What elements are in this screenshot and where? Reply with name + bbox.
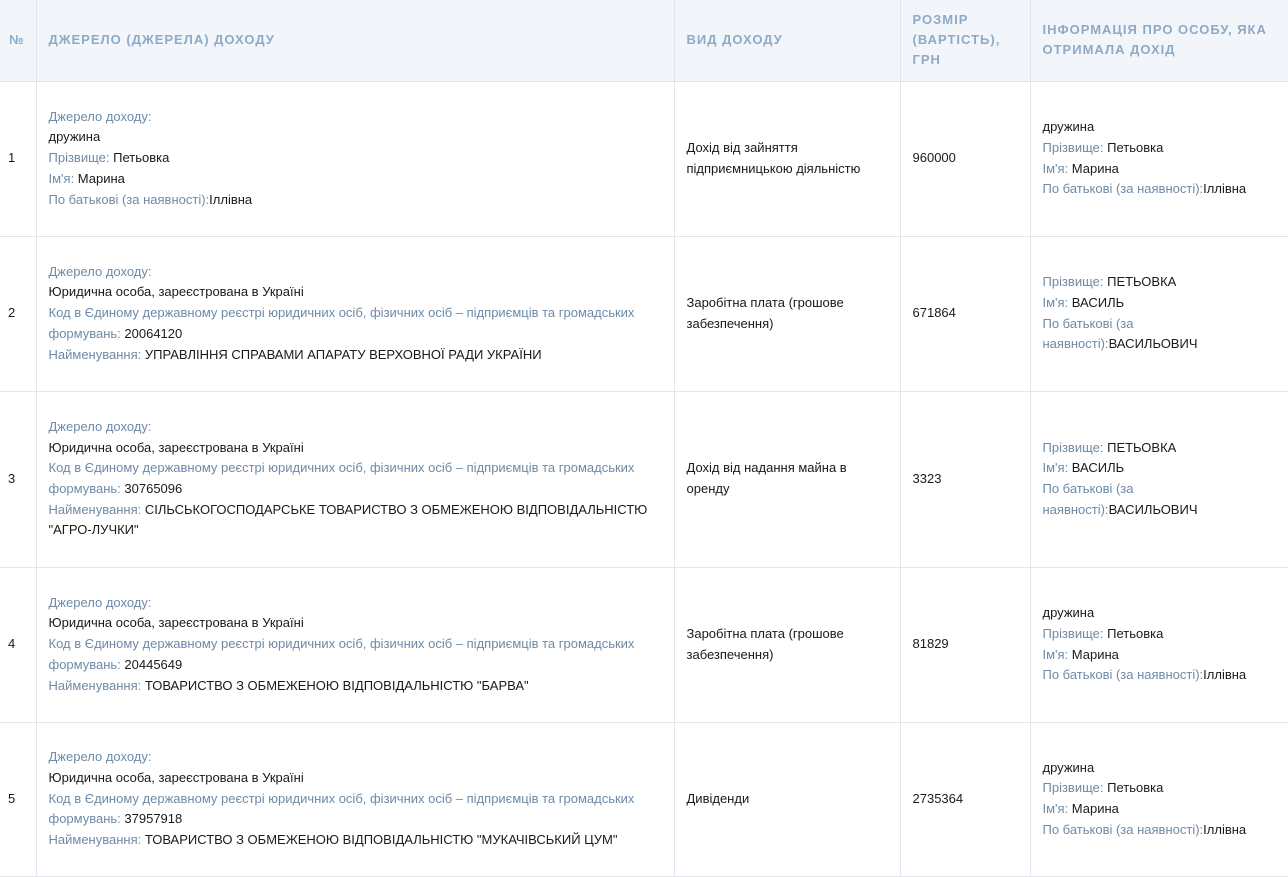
- surname-label: Прізвище:: [1042, 780, 1108, 796]
- source-kind: дружина: [48, 129, 101, 145]
- recipient-info: дружина Прізвище: Петьовка Ім'я: Марина …: [1029, 722, 1288, 877]
- header-source: ДЖЕРЕЛО (ДЖЕРЕЛА) ДОХОДУ: [35, 0, 674, 82]
- name-label: Ім'я:: [1042, 460, 1072, 476]
- income-source: Джерело доходу: Юридична особа, зареєстр…: [35, 722, 674, 877]
- name-label: Ім'я:: [1042, 801, 1072, 816]
- recipient-surname: Петьовка: [1107, 780, 1164, 796]
- title-label: Найменування:: [48, 677, 145, 693]
- recipient-relation: дружина: [1042, 119, 1095, 135]
- source-kind: Юридична особа, зареєстрована в Україні: [48, 615, 304, 631]
- title-label: Найменування:: [48, 832, 145, 848]
- recipient-info: Прізвище: ПЕТЬОВКА Ім'я: ВАСИЛЬ По батьк…: [1029, 236, 1288, 392]
- name-label: Ім'я:: [1042, 160, 1072, 176]
- recipient-patronymic: ВАСИЛЬОВИЧ: [1108, 336, 1198, 352]
- recipient-surname: Петьовка: [1107, 625, 1164, 641]
- recipient-patronymic: ВАСИЛЬОВИЧ: [1108, 501, 1198, 517]
- row-number: 1: [0, 81, 36, 237]
- income-source: Джерело доходу: Юридична особа, зареєстр…: [35, 567, 674, 723]
- table-row: 3 Джерело доходу: Юридична особа, зареєс…: [0, 391, 1288, 568]
- header-num: №: [0, 0, 36, 82]
- recipient-info: Прізвище: ПЕТЬОВКА Ім'я: ВАСИЛЬ По батьк…: [1029, 391, 1288, 568]
- recipient-surname: ПЕТЬОВКА: [1107, 274, 1177, 290]
- name-label: Ім'я:: [48, 170, 78, 186]
- surname-label: Прізвище:: [1042, 274, 1108, 290]
- table-row: 1 Джерело доходу: дружина Прізвище: Петь…: [0, 81, 1288, 237]
- patronymic-label: По батькові (за наявності):: [48, 191, 210, 207]
- surname-label: Прізвище:: [1042, 625, 1108, 641]
- source-kind: Юридична особа, зареєстрована в Україні: [48, 769, 304, 785]
- income-amount: 671864: [899, 236, 1030, 392]
- surname-label: Прізвище:: [1042, 439, 1108, 455]
- table-header: № ДЖЕРЕЛО (ДЖЕРЕЛА) ДОХОДУ ВИД ДОХОДУ РО…: [0, 0, 1288, 82]
- recipient-info: дружина Прізвище: Петьовка Ім'я: Марина …: [1029, 81, 1288, 237]
- source-title: ТОВАРИСТВО З ОБМЕЖЕНОЮ ВІДПОВІДАЛЬНІСТЮ …: [144, 677, 529, 693]
- recipient-surname: ПЕТЬОВКА: [1107, 439, 1177, 455]
- row-number: 4: [0, 567, 36, 723]
- table-row: 4 Джерело доходу: Юридична особа, зареєс…: [0, 567, 1288, 723]
- source-surname: Петьовка: [113, 150, 170, 166]
- income-source: Джерело доходу: Юридична особа, зареєстр…: [35, 391, 674, 568]
- row-number: 2: [0, 236, 36, 392]
- income-type: Дивіденди: [673, 722, 900, 877]
- source-code: 20064120: [124, 325, 183, 341]
- income-type: Заробітна плата (грошове забезпечення): [673, 236, 900, 392]
- patronymic-label: По батькові (за наявності):: [1042, 667, 1204, 683]
- income-source: Джерело доходу: дружина Прізвище: Петьов…: [35, 81, 674, 237]
- recipient-info: дружина Прізвище: Петьовка Ім'я: Марина …: [1029, 567, 1288, 723]
- patronymic-label: По батькові (за наявності):: [1042, 821, 1204, 837]
- row-number: 3: [0, 391, 36, 568]
- recipient-name: Марина: [1071, 801, 1119, 816]
- recipient-relation: дружина: [1042, 759, 1095, 775]
- income-source: Джерело доходу: Юридична особа, зареєстр…: [35, 236, 674, 392]
- source-label: Джерело доходу:: [48, 749, 152, 765]
- recipient-name: Марина: [1071, 160, 1119, 176]
- source-title: УПРАВЛІННЯ СПРАВАМИ АПАРАТУ ВЕРХОВНОЇ РА…: [144, 346, 542, 362]
- recipient-patronymic: Іллівна: [1203, 821, 1247, 837]
- recipient-name: ВАСИЛЬ: [1071, 460, 1125, 476]
- source-code: 30765096: [124, 481, 183, 496]
- income-type: Дохід від зайняття підприємницькою діяль…: [673, 81, 900, 237]
- surname-label: Прізвище:: [1042, 139, 1108, 155]
- header-type: ВИД ДОХОДУ: [673, 0, 900, 82]
- header-amount: РОЗМІР (ВАРТІСТЬ), ГРН: [899, 0, 1030, 82]
- recipient-surname: Петьовка: [1107, 139, 1164, 155]
- recipient-name: ВАСИЛЬ: [1071, 294, 1125, 310]
- source-label: Джерело доходу:: [48, 418, 152, 434]
- name-label: Ім'я:: [1042, 646, 1072, 662]
- income-type: Заробітна плата (грошове забезпечення): [673, 567, 900, 723]
- recipient-relation: дружина: [1042, 605, 1095, 621]
- patronymic-label: По батькові (за наявності):: [1042, 181, 1204, 197]
- source-label: Джерело доходу:: [48, 263, 152, 279]
- source-label: Джерело доходу:: [48, 594, 152, 610]
- title-label: Найменування:: [48, 501, 145, 517]
- income-amount: 2735364: [899, 722, 1030, 877]
- income-table: № ДЖЕРЕЛО (ДЖЕРЕЛА) ДОХОДУ ВИД ДОХОДУ РО…: [0, 0, 1288, 877]
- source-title: ТОВАРИСТВО З ОБМЕЖЕНОЮ ВІДПОВІДАЛЬНІСТЮ …: [144, 832, 618, 848]
- title-label: Найменування:: [48, 346, 145, 362]
- header-person: ІНФОРМАЦІЯ ПРО ОСОБУ, ЯКА ОТРИМАЛА ДОХІД: [1029, 0, 1288, 82]
- table-row: 5 Джерело доходу: Юридична особа, зареєс…: [0, 722, 1288, 877]
- surname-label: Прізвище:: [48, 150, 114, 166]
- income-type: Дохід від надання майна в оренду: [673, 391, 900, 568]
- name-label: Ім'я:: [1042, 294, 1072, 310]
- source-code: 37957918: [124, 811, 183, 827]
- source-code: 20445649: [124, 656, 183, 672]
- income-amount: 3323: [899, 391, 1030, 568]
- income-amount: 81829: [899, 567, 1030, 723]
- recipient-patronymic: Іллівна: [1203, 181, 1247, 197]
- source-kind: Юридична особа, зареєстрована в Україні: [48, 284, 304, 300]
- source-name: Марина: [77, 170, 125, 186]
- source-label: Джерело доходу:: [48, 108, 152, 124]
- table-row: 2 Джерело доходу: Юридична особа, зареєс…: [0, 236, 1288, 392]
- source-patronymic: Іллівна: [209, 191, 253, 207]
- source-kind: Юридична особа, зареєстрована в Україні: [48, 439, 304, 455]
- recipient-name: Марина: [1071, 646, 1119, 662]
- row-number: 5: [0, 722, 36, 877]
- income-amount: 960000: [899, 81, 1030, 237]
- recipient-patronymic: Іллівна: [1203, 667, 1247, 683]
